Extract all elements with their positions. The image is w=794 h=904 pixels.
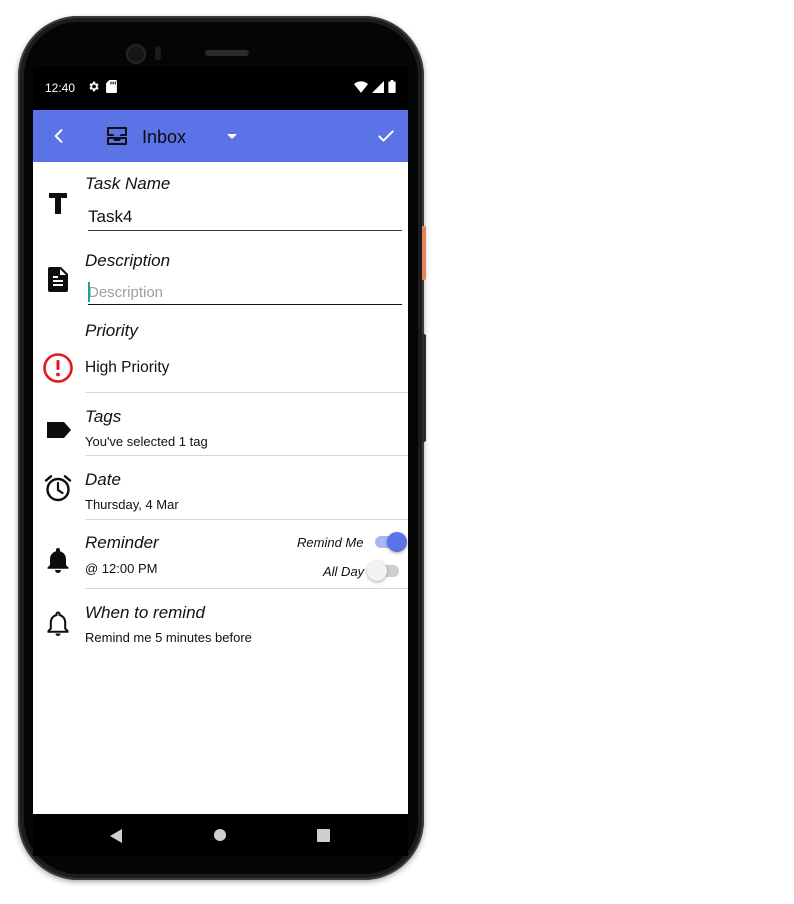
all-day-toggle[interactable] [367,561,399,581]
priority-alert-icon[interactable] [42,352,74,384]
power-button [422,226,426,280]
status-time: 12:40 [45,81,76,95]
toggle-knob [367,561,387,581]
nav-home-icon[interactable] [214,829,226,841]
tags-label: Tags [85,407,122,426]
when-to-remind-value[interactable]: Remind me 5 minutes before [85,630,252,645]
folder-title[interactable]: Inbox [142,127,186,148]
front-camera [128,46,144,62]
remind-me-label: Remind Me [297,535,364,550]
priority-value[interactable]: High Priority [85,359,169,377]
description-input[interactable] [88,280,402,305]
remind-me-toggle[interactable] [375,532,407,552]
alarm-clock-icon [44,475,72,502]
inbox-icon [107,127,127,145]
toggle-knob [387,532,407,552]
earpiece-speaker [205,50,249,56]
status-bar: 12:40 [33,66,408,110]
proximity-sensor [155,46,161,60]
bell-outline-icon [47,611,69,636]
system-nav-bar [33,814,408,856]
task-name-label: Task Name [85,174,171,193]
gear-icon [89,81,99,92]
tags-value[interactable]: You've selected 1 tag [85,434,208,449]
reminder-label: Reminder [85,533,159,552]
wifi-icon [354,80,368,93]
battery-icon [388,80,396,93]
when-to-remind-label: When to remind [85,603,205,622]
priority-label: Priority [85,321,138,340]
all-day-label: All Day [323,564,365,579]
reminder-time[interactable]: @ 12:00 PM [85,561,157,576]
nav-back-icon[interactable] [109,828,123,844]
volume-button [422,334,426,442]
dropdown-caret-icon[interactable] [225,130,239,142]
task-name-input[interactable] [88,204,402,231]
screen: 12:40 Inbox Task Name Description Priori [33,66,408,814]
date-label: Date [85,470,121,489]
back-arrow-icon[interactable] [49,126,69,146]
nav-recents-icon[interactable] [317,829,330,842]
signal-icon [372,80,384,93]
divider [85,519,408,520]
app-bar: Inbox [33,110,408,162]
text-cursor [88,282,90,302]
date-value[interactable]: Thursday, 4 Mar [85,497,179,512]
save-check-icon[interactable] [375,126,397,146]
text-format-icon [49,193,67,214]
divider [85,588,408,589]
document-icon [48,267,68,292]
sd-card-icon [106,80,117,93]
description-label: Description [85,251,171,270]
tag-icon [47,422,71,438]
bell-filled-icon [47,548,69,573]
divider [85,392,408,393]
divider [85,455,408,456]
